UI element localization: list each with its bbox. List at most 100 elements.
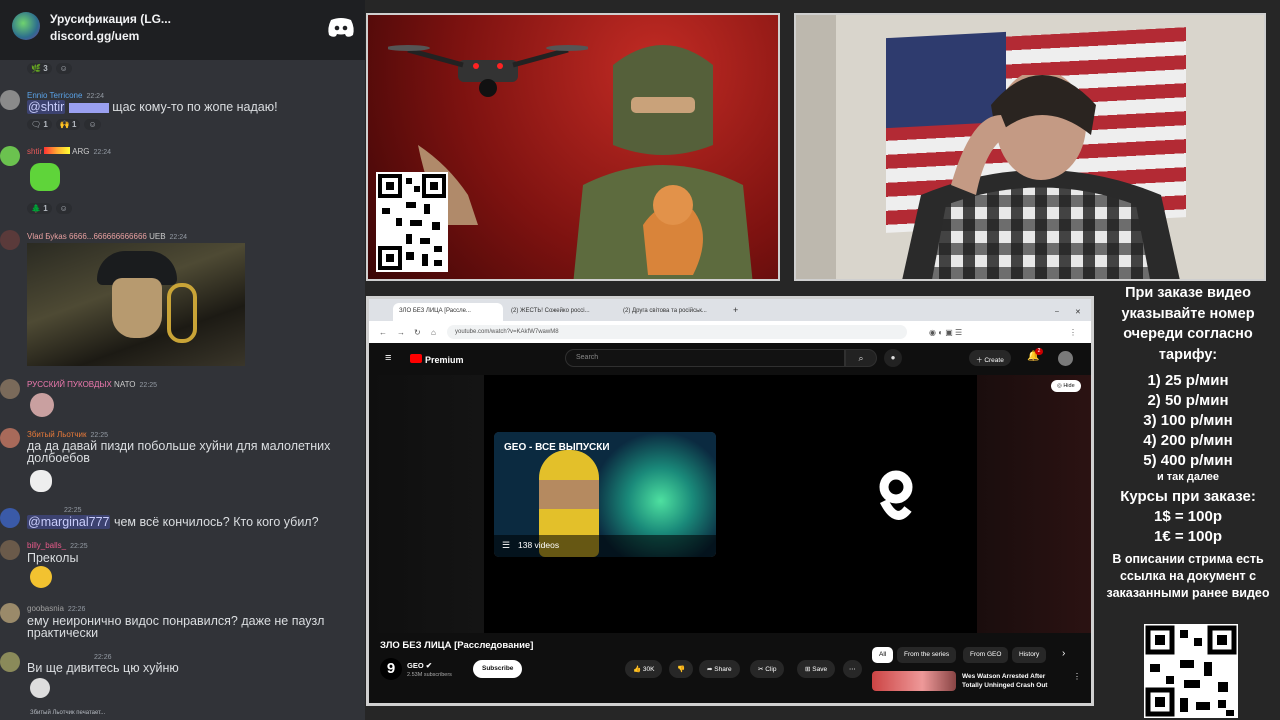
discord-logo-icon (328, 18, 354, 37)
save-button[interactable]: ⊞ Save (797, 660, 836, 678)
reload-icon[interactable]: ↻ (414, 328, 421, 337)
hide-button[interactable]: ◎ Hide (1051, 380, 1081, 392)
username[interactable]: РУССКИЙ ПУКОВДЫХ NATO 22:25 (27, 380, 157, 389)
username[interactable]: goobasnia 22:26 (27, 604, 85, 613)
soldier-image (573, 45, 753, 279)
tariff-item: 1) 25 р/мин (1147, 372, 1229, 389)
account-avatar[interactable] (1058, 351, 1073, 366)
reaction[interactable]: 🙌 1 (55, 119, 81, 130)
browser-tab[interactable]: (2) Друга світова та російськ... (617, 303, 727, 321)
channel-name[interactable]: GEO ✔ (407, 661, 432, 670)
add-reaction-icon[interactable]: ☺ (55, 203, 72, 214)
message-text: Преколы (27, 551, 79, 565)
username[interactable]: Ennio Terricone 22:24 (27, 91, 104, 100)
dislike-button[interactable]: 👎 (669, 660, 694, 678)
avatar[interactable] (0, 146, 20, 166)
rate-item: 1$ = 100р (1154, 508, 1222, 525)
add-reaction-icon[interactable]: ☺ (84, 119, 101, 130)
server-icon[interactable] (12, 12, 40, 40)
subscribe-button[interactable]: Subscribe (473, 660, 523, 678)
webcam-panel (794, 13, 1266, 281)
channel-avatar[interactable]: 9 (380, 658, 402, 680)
username[interactable]: shtir ARG 22:24 (27, 147, 111, 156)
search-icon[interactable]: ⌕ (845, 349, 877, 367)
menu-icon[interactable]: ⋮ (1069, 328, 1077, 337)
like-button[interactable]: 👍 30K (625, 660, 663, 678)
playlist-icon: ☰ (502, 540, 511, 550)
forward-icon[interactable]: → (397, 328, 405, 337)
clip-button[interactable]: ✂ Clip (750, 660, 785, 678)
qr-code[interactable] (376, 172, 448, 272)
avatar[interactable] (0, 508, 20, 528)
extensions-icon[interactable]: ◉ ◐ ▣ ☰ (929, 328, 962, 337)
back-icon[interactable]: ← (379, 328, 387, 337)
youtube-brand[interactable]: Premium (425, 355, 464, 365)
stream-description-note: В описании стрима есть ссылка на докумен… (1106, 552, 1270, 600)
chip-from-geo[interactable]: From GEO (963, 647, 1009, 663)
rates-heading: Курсы при заказе: (1120, 488, 1256, 505)
username[interactable]: billy_balls_ 22:25 (27, 541, 88, 550)
youtube-logo-icon[interactable] (410, 354, 422, 363)
message-text: @marginal777 чем всё кончилось? Кто кого… (27, 515, 319, 529)
youtube-header: ≡ Premium Search ⌕ ● ＋ Create 🔔 2 (369, 343, 1091, 373)
tariff-item: 4) 200 р/мин (1143, 432, 1233, 449)
avatar[interactable] (0, 90, 20, 110)
chip-all[interactable]: All (872, 647, 894, 663)
sticker (30, 470, 52, 492)
avatar[interactable] (0, 379, 20, 399)
recommended-thumbnail[interactable] (872, 671, 956, 691)
recommended-more-icon[interactable]: ⋮ (1073, 672, 1081, 681)
username[interactable]: Vlad Буkas 6666...666666666666 UEB 22:24 (27, 232, 187, 241)
subscriber-count: 2.53M subscribers (407, 672, 452, 678)
more-actions-icon[interactable]: ⋯ (843, 660, 862, 678)
sticker (30, 566, 52, 588)
reactions[interactable]: 🗨 1 🙌 1 ☺ (27, 119, 105, 130)
attached-image[interactable] (27, 243, 245, 366)
server-invite[interactable]: discord.gg/uem (50, 29, 139, 43)
minimize-icon[interactable]: – (1049, 303, 1063, 321)
avatar[interactable] (0, 603, 20, 623)
add-reaction-icon[interactable]: ☺ (55, 63, 72, 74)
mention[interactable]: @marginal777 (27, 515, 111, 529)
qr-code[interactable] (1144, 624, 1238, 718)
reactions[interactable]: 🌲 1 ☺ (27, 203, 76, 214)
create-button[interactable]: ＋ Create (969, 350, 1011, 366)
microphone-icon[interactable]: ● (884, 349, 902, 367)
new-tab-button[interactable]: + (731, 303, 745, 321)
username[interactable]: 22:26 (90, 652, 112, 661)
home-icon[interactable]: ⌂ (431, 328, 436, 337)
tariff-item: 2) 50 р/мин (1147, 392, 1229, 409)
browser-tab[interactable]: (2) ЖЕСТЬ! Сожейко россі... (505, 303, 615, 321)
sticker (30, 393, 54, 417)
discord-header: Урусификация (LG... discord.gg/uem (0, 0, 365, 60)
username[interactable]: Збитый Льотчик 22:25 (27, 430, 108, 439)
sticker (30, 163, 60, 191)
share-button[interactable]: ➦ Share (699, 660, 740, 678)
chip-from-series[interactable]: From the series (897, 647, 957, 663)
reactions[interactable]: 🌿 3 ☺ (27, 63, 76, 74)
avatar[interactable] (0, 652, 20, 672)
typing-indicator: Збитый Льотчик печатает... (30, 710, 106, 716)
recommended-title[interactable]: Wes Watson Arrested After Totally Unhing… (962, 672, 1062, 690)
reaction[interactable]: 🗨 1 (27, 119, 52, 130)
reaction[interactable]: 🌿 3 (27, 63, 52, 74)
reaction[interactable]: 🌲 1 (27, 203, 52, 214)
search-input[interactable]: Search (565, 349, 845, 367)
rate-item: 1€ = 100р (1154, 528, 1222, 545)
discord-chat-panel: Урусификация (LG... discord.gg/uem 🌿 3 ☺ … (0, 0, 365, 720)
avatar[interactable] (0, 540, 20, 560)
avatar[interactable] (0, 230, 20, 250)
avatar[interactable] (0, 428, 20, 448)
url-input[interactable]: youtube.com/watch?v=KAkfW7wawM8 (447, 325, 907, 339)
mention[interactable]: @shtir (27, 100, 66, 114)
browser-tab[interactable]: ЗЛО БЕЗ ЛИЦА [Рассле... (393, 303, 503, 321)
chevron-right-icon[interactable]: › (1062, 648, 1065, 659)
hamburger-menu-icon[interactable]: ≡ (385, 352, 391, 364)
close-icon[interactable]: ✕ (1069, 303, 1083, 321)
notification-count: 2 (1035, 348, 1043, 355)
ordering-info: При заказе видео указывайте номер очеред… (1098, 283, 1278, 602)
chip-history[interactable]: History (1012, 647, 1047, 663)
role-badge (68, 102, 109, 113)
playlist-card[interactable]: GEO - ВСЕ ВЫПУСКИ ☰ 138 videos (494, 432, 716, 557)
username[interactable]: 22:25 (60, 505, 82, 514)
